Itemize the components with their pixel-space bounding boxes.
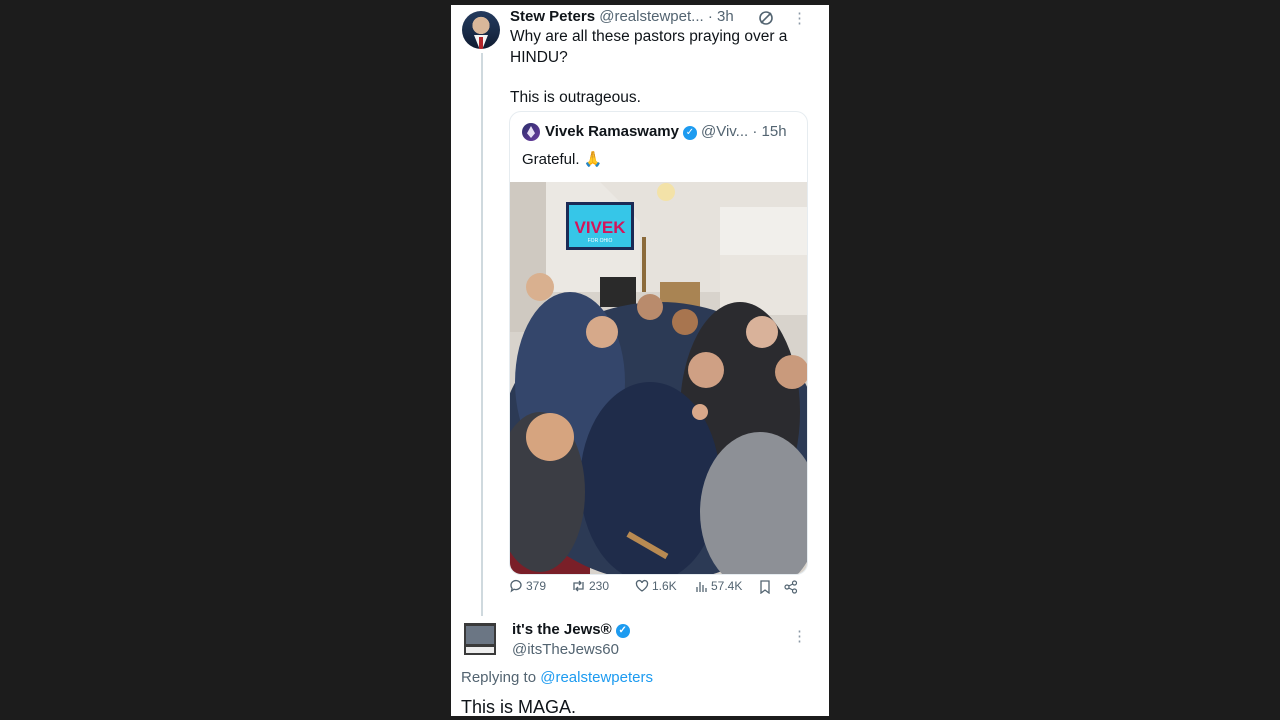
views-icon	[696, 581, 707, 592]
reply-author-row: it's the Jews® ✓	[512, 621, 634, 638]
reply-author-name[interactable]: it's the Jews®	[512, 621, 612, 638]
quote-author-handle[interactable]: @Viv...	[701, 123, 748, 140]
sign-text: VIVEK	[574, 218, 626, 237]
verified-badge-icon: ✓	[615, 624, 630, 638]
tweet-text-line2: This is outrageous.	[510, 89, 641, 106]
reply-more-options-icon[interactable]: ⋮	[792, 627, 807, 645]
replying-prefix: Replying to	[461, 669, 537, 686]
views-count: 57.4K	[711, 579, 743, 593]
verified-badge-icon: ✓	[682, 126, 697, 140]
quote-author-avatar[interactable]	[522, 123, 540, 141]
reply-author-avatar[interactable]	[464, 623, 496, 655]
author-name[interactable]: Stew Peters	[510, 8, 595, 25]
share-icon[interactable]	[784, 580, 798, 594]
quoted-tweet[interactable]: Vivek Ramaswamy ✓ @Viv... · 15h Grateful. …	[509, 111, 808, 575]
reply-text: This is MAGA.	[461, 697, 577, 716]
repost-count: 230	[589, 579, 610, 593]
reply-count: 379	[526, 579, 547, 593]
quote-time[interactable]: · 15h	[752, 123, 786, 140]
replying-to-link[interactable]: @realstewpeters	[540, 669, 653, 686]
grok-icon[interactable]	[758, 10, 774, 26]
tweet-actions: 379 230 1.6K 57.4K	[509, 579, 809, 597]
quote-text: Grateful. 🙏	[522, 151, 603, 168]
replying-to: Replying to @realstewpeters	[461, 669, 653, 686]
repost-action[interactable]: 230	[571, 579, 609, 593]
like-count: 1.6K	[652, 579, 677, 593]
author-avatar[interactable]	[462, 11, 500, 49]
reply-action[interactable]: 379	[509, 579, 546, 593]
reply-author-handle[interactable]: @itsTheJews60	[512, 641, 619, 658]
tweet-panel: Stew Peters @realstewpet... · 3h ⋮ Why a…	[451, 5, 829, 716]
like-action[interactable]: 1.6K	[635, 579, 677, 593]
reply-icon	[510, 579, 522, 593]
heart-icon	[635, 579, 649, 592]
repost-icon	[573, 580, 584, 592]
quote-header: Vivek Ramaswamy ✓ @Viv... · 15h	[545, 123, 787, 140]
tweet-time[interactable]: · 3h	[708, 8, 734, 25]
thread-line	[481, 53, 483, 616]
author-handle[interactable]: @realstewpet...	[599, 8, 703, 25]
tweet-text: Why are all these pastors praying over a…	[510, 27, 810, 109]
quote-photo[interactable]: VIVEK FOR OHIO	[510, 182, 807, 574]
quote-author-name[interactable]: Vivek Ramaswamy	[545, 123, 679, 140]
more-options-icon[interactable]: ⋮	[792, 9, 807, 27]
views-action[interactable]: 57.4K	[695, 579, 742, 593]
bookmark-icon[interactable]	[759, 580, 771, 594]
sign-subtext: FOR OHIO	[588, 238, 613, 244]
tweet-text-line1: Why are all these pastors praying over a…	[510, 28, 788, 66]
